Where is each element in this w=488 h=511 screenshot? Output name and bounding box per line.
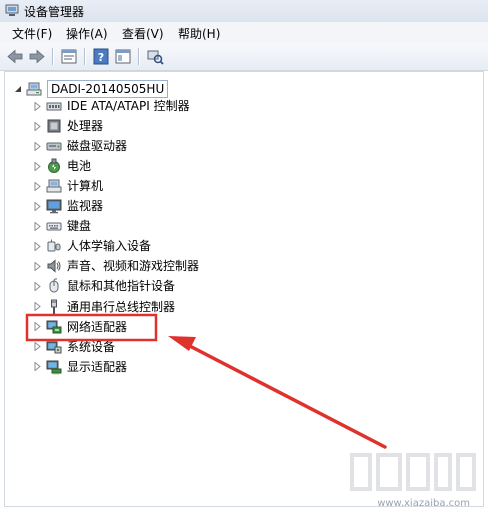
monitor-icon xyxy=(46,198,62,214)
tree-node-label: 鼠标和其他指针设备 xyxy=(67,279,176,294)
tree-node-label: 声音、视频和游戏控制器 xyxy=(67,259,200,274)
tree-node-sound[interactable]: 声音、视频和游戏控制器 xyxy=(33,257,199,275)
toolbar-separator xyxy=(52,48,54,65)
system-device-icon xyxy=(46,339,62,355)
expand-triangle-icon[interactable] xyxy=(33,177,42,195)
collapse-triangle-icon[interactable] xyxy=(13,80,22,98)
tree-node-keyboard[interactable]: 键盘 xyxy=(33,217,91,235)
tree-node-usb[interactable]: 通用串行总线控制器 xyxy=(33,298,175,316)
properties-icon[interactable] xyxy=(60,48,78,65)
toolbar: ? xyxy=(0,43,488,71)
expand-triangle-icon[interactable] xyxy=(33,338,42,356)
disk-drive-icon xyxy=(46,138,62,154)
expand-triangle-icon[interactable] xyxy=(33,257,42,275)
mouse-icon xyxy=(46,278,62,294)
expand-triangle-icon[interactable] xyxy=(33,237,42,255)
device-manager-icon xyxy=(5,4,19,17)
window-title: 设备管理器 xyxy=(24,5,85,19)
tree-node-label: 键盘 xyxy=(67,219,92,234)
sound-icon xyxy=(46,258,62,274)
hid-icon xyxy=(46,238,62,254)
tree-node-label: 系统设备 xyxy=(67,339,116,354)
expand-triangle-icon[interactable] xyxy=(33,358,42,376)
tree-node-mouse[interactable]: 鼠标和其他指针设备 xyxy=(33,277,175,295)
menu-view[interactable]: 查看(V) xyxy=(122,25,164,42)
computer-icon xyxy=(46,178,62,194)
expand-triangle-icon[interactable] xyxy=(33,157,42,175)
usb-icon xyxy=(46,299,62,315)
tree-node-battery[interactable]: 电池 xyxy=(33,157,91,175)
expand-triangle-icon[interactable] xyxy=(33,277,42,295)
back-arrow-icon[interactable] xyxy=(6,48,24,65)
tree-node-label: 处理器 xyxy=(67,119,104,134)
expand-triangle-icon[interactable] xyxy=(33,97,42,115)
tree-node-hid[interactable]: 人体学输入设备 xyxy=(33,237,151,255)
ide-controller-icon xyxy=(46,98,62,114)
tree-root[interactable]: DADI-20140505HU xyxy=(13,80,169,98)
tree-node-display-adapter[interactable]: 显示适配器 xyxy=(33,358,127,376)
menu-bar: 文件(F) 操作(A) 查看(V) 帮助(H) xyxy=(0,22,488,44)
console-icon[interactable] xyxy=(114,48,132,65)
help-icon[interactable]: ? xyxy=(92,48,110,65)
svg-text:?: ? xyxy=(98,51,104,64)
tree-node-system-device[interactable]: 系统设备 xyxy=(33,338,115,356)
menu-help[interactable]: 帮助(H) xyxy=(178,25,220,42)
processor-icon xyxy=(46,118,62,134)
display-adapter-icon xyxy=(46,359,62,375)
expand-triangle-icon[interactable] xyxy=(33,298,42,316)
tree-node-monitor[interactable]: 监视器 xyxy=(33,197,103,215)
title-bar: 设备管理器 xyxy=(0,0,488,23)
tree-node-label: 计算机 xyxy=(67,179,104,194)
tree-node-computer[interactable]: 计算机 xyxy=(33,177,103,195)
tree-node-label: 磁盘驱动器 xyxy=(67,139,128,154)
toolbar-separator xyxy=(84,48,86,65)
tree-node-label: 网络适配器 xyxy=(67,319,128,334)
computer-icon xyxy=(26,81,42,97)
tree-node-label: 电池 xyxy=(67,159,92,174)
scan-hardware-icon[interactable] xyxy=(146,48,164,65)
expand-triangle-icon[interactable] xyxy=(33,117,42,135)
tree-node-disk-drive[interactable]: 磁盘驱动器 xyxy=(33,137,127,155)
keyboard-icon xyxy=(46,218,62,234)
expand-triangle-icon[interactable] xyxy=(33,318,42,336)
tree-node-label: 人体学输入设备 xyxy=(67,239,152,254)
battery-icon xyxy=(46,158,62,174)
network-adapter-icon xyxy=(46,319,62,335)
tree-node-ide-controller[interactable]: IDE ATA/ATAPI 控制器 xyxy=(33,97,190,115)
forward-arrow-icon[interactable] xyxy=(28,48,46,65)
expand-triangle-icon[interactable] xyxy=(33,137,42,155)
menu-action[interactable]: 操作(A) xyxy=(66,25,108,42)
tree-node-label: IDE ATA/ATAPI 控制器 xyxy=(67,99,190,113)
toolbar-separator xyxy=(138,48,140,65)
expand-triangle-icon[interactable] xyxy=(33,197,42,215)
device-tree: DADI-20140505HU IDE ATA/ATAPI 控制器 处理器磁盘驱动… xyxy=(4,71,484,507)
menu-file[interactable]: 文件(F) xyxy=(12,25,52,42)
watermark-text: www.xiazaiba.com xyxy=(377,498,470,509)
tree-node-label: 显示适配器 xyxy=(67,359,128,374)
tree-node-label: 监视器 xyxy=(67,199,104,214)
tree-node-processor[interactable]: 处理器 xyxy=(33,117,103,135)
tree-node-network-adapter[interactable]: 网络适配器 xyxy=(33,318,127,336)
tree-node-label: 通用串行总线控制器 xyxy=(67,299,176,314)
tree-root-label: DADI-20140505HU xyxy=(47,80,169,98)
expand-triangle-icon[interactable] xyxy=(33,217,42,235)
